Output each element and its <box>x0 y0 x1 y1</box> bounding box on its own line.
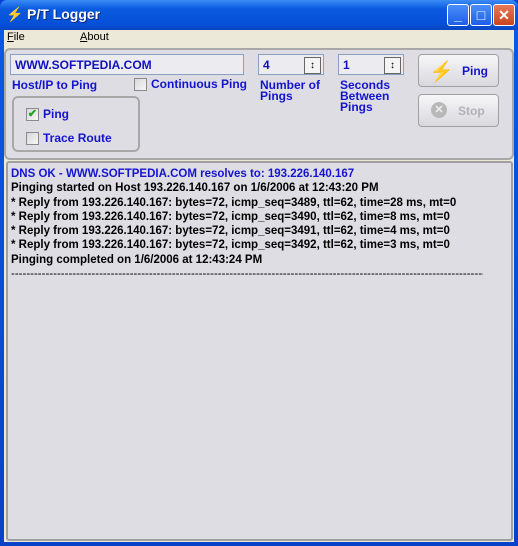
ping-button[interactable]: ⚡ Ping <box>418 54 499 87</box>
lightning-icon: ⚡ <box>429 61 454 83</box>
options-panel: WWW.SOFTPEDIA.COM Host/IP to Ping Contin… <box>4 48 514 160</box>
menu-bar: File About <box>4 30 514 46</box>
window-title: P/T Logger <box>27 6 101 22</box>
ping-checkbox[interactable]: ✔ <box>26 108 39 121</box>
menu-about[interactable]: About <box>80 31 109 43</box>
menu-file[interactable]: File <box>7 31 25 43</box>
seconds-between-label: Seconds Between Pings <box>340 78 391 114</box>
mode-group: ✔ Ping Trace Route <box>12 96 140 152</box>
number-of-pings-input[interactable]: 4 ↕ <box>258 54 324 75</box>
app-window: ⚡ P/T Logger _ □ ✕ File About WWW.SOFTPE… <box>0 0 518 546</box>
trace-route-checkbox[interactable] <box>26 132 39 145</box>
trace-route-label: Trace Route <box>43 131 112 145</box>
title-bar[interactable]: ⚡ P/T Logger _ □ ✕ <box>0 0 518 30</box>
app-icon: ⚡ <box>6 6 24 22</box>
host-input[interactable]: WWW.SOFTPEDIA.COM <box>10 54 244 75</box>
log-line: * Reply from 193.226.140.167: bytes=72, … <box>11 196 457 209</box>
log-line: * Reply from 193.226.140.167: bytes=72, … <box>11 210 450 223</box>
close-button[interactable]: ✕ <box>493 4 515 26</box>
maximize-button[interactable]: □ <box>470 4 492 26</box>
log-line: * Reply from 193.226.140.167: bytes=72, … <box>11 239 450 252</box>
log-line: Pinging completed on 1/6/2006 at 12:43:2… <box>11 253 263 266</box>
log-line: Pinging started on Host 193.226.140.167 … <box>11 182 379 195</box>
number-of-pings-label: Number of Pings <box>260 78 320 103</box>
client-area: File About WWW.SOFTPEDIA.COM Host/IP to … <box>4 30 514 542</box>
log-output[interactable]: DNS OK - WWW.SOFTPEDIA.COM resolves to: … <box>6 161 513 541</box>
stop-button[interactable]: ✕ Stop <box>418 94 499 127</box>
log-separator: ----------------------------------------… <box>11 268 483 281</box>
continuous-ping-label: Continuous Ping <box>151 77 247 91</box>
minimize-button[interactable]: _ <box>447 4 469 26</box>
host-label: Host/IP to Ping <box>12 78 98 92</box>
updown-icon[interactable]: ↕ <box>384 57 401 74</box>
log-line: * Reply from 193.226.140.167: bytes=72, … <box>11 225 450 238</box>
ping-mode-label: Ping <box>43 107 69 121</box>
seconds-between-input[interactable]: 1 ↕ <box>338 54 404 75</box>
updown-icon[interactable]: ↕ <box>304 57 321 74</box>
log-line: DNS OK - WWW.SOFTPEDIA.COM resolves to: … <box>11 168 355 180</box>
stop-icon: ✕ <box>431 102 447 118</box>
continuous-ping-checkbox[interactable] <box>134 78 147 91</box>
